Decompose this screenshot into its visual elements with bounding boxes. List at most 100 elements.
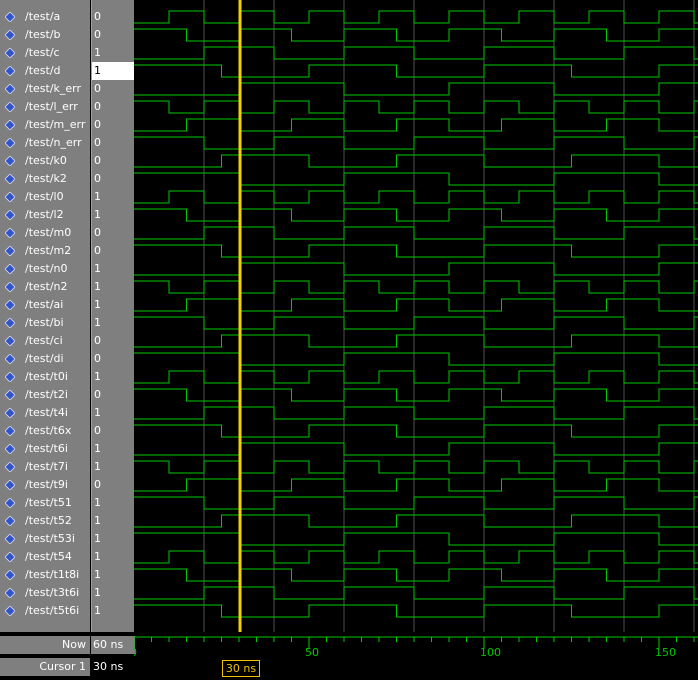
signal-diamond-icon [5,444,15,454]
signal-value: 0 [94,136,101,149]
signal-name-row[interactable]: /test/c [0,44,90,62]
signal-diamond-icon [5,354,15,364]
signal-name-label: /test/m0 [25,226,72,239]
signal-value: 0 [94,10,101,23]
signal-name-label: /test/ai [25,298,64,311]
signal-name-row[interactable]: /test/n0 [0,260,90,278]
signal-value: 0 [94,172,101,185]
signal-diamond-icon [5,48,15,58]
signal-value: 0 [94,352,101,365]
signal-name-label: /test/t2i [25,388,68,401]
signal-diamond-icon [5,534,15,544]
signal-diamond-icon [5,552,15,562]
signal-name-row[interactable]: /test/l_err [0,98,90,116]
signal-diamond-icon [5,300,15,310]
waveform-trace [134,334,698,348]
signal-value: 1 [94,208,101,221]
waveform-trace [134,550,698,564]
waveform-trace [134,370,698,384]
signal-diamond-icon [5,588,15,598]
waveform-trace [134,442,698,456]
signal-name-row[interactable]: /test/t6i [0,440,90,458]
waveform-trace [134,226,698,240]
signal-diamond-icon [5,318,15,328]
signal-name-label: /test/t1t8i [25,568,80,581]
waveform-trace [134,478,698,492]
waveform-trace [134,352,698,366]
waveform-trace [134,136,698,150]
signal-name-label: /test/t0i [25,370,68,383]
signal-name-row[interactable]: /test/k2 [0,170,90,188]
cursor-label: Cursor 1 [0,658,90,676]
waveform-trace [134,406,698,420]
cursor-marker-label[interactable]: 30 ns [222,660,260,677]
signal-name-row[interactable]: /test/t0i [0,368,90,386]
signal-diamond-icon [5,390,15,400]
waveform-trace [134,388,698,402]
signal-name-row[interactable]: /test/m0 [0,224,90,242]
signal-name-row[interactable]: /test/di [0,350,90,368]
signal-name-label: /test/m_err [25,118,86,131]
signal-value: 0 [94,244,101,257]
signal-name-row[interactable]: /test/ai [0,296,90,314]
signal-name-row[interactable]: /test/d [0,62,90,80]
signal-name-row[interactable]: /test/l2 [0,206,90,224]
ruler-tick-label: 0 [134,646,137,659]
signal-value: 1 [94,316,101,329]
waveform-trace [134,316,698,330]
signal-value: 0 [94,226,101,239]
signal-name-row[interactable]: /test/t1t8i [0,566,90,584]
signal-name-label: /test/k0 [25,154,67,167]
waveform-pane[interactable] [134,0,698,632]
signal-name-label: /test/t6x [25,424,72,437]
waveform-trace [134,118,698,132]
signal-name-row[interactable]: /test/t51 [0,494,90,512]
signal-name-row[interactable]: /test/t54 [0,548,90,566]
waveform-trace [134,424,698,438]
signal-value: 1 [92,62,134,80]
signal-name-row[interactable]: /test/t2i [0,386,90,404]
signal-value: 1 [94,46,101,59]
time-ruler[interactable]: 0 50 100 150 [134,634,698,680]
signal-name-row[interactable]: /test/t9i [0,476,90,494]
waveform-trace [134,586,698,600]
signal-name-row[interactable]: /test/l0 [0,188,90,206]
signal-name-row[interactable]: /test/n2 [0,278,90,296]
signal-name-row[interactable]: /test/t5t6i [0,602,90,620]
signal-name-label: /test/t54 [25,550,72,563]
signal-name-row[interactable]: /test/t7i [0,458,90,476]
signal-value: 0 [94,28,101,41]
signal-diamond-icon [5,498,15,508]
waveform-trace [134,604,698,618]
signal-name-row[interactable]: /test/t4i [0,404,90,422]
signal-name-row[interactable]: /test/bi [0,314,90,332]
signal-name-label: /test/t6i [25,442,68,455]
signal-diamond-icon [5,84,15,94]
waveform-trace [134,280,698,294]
waveform-trace [134,262,698,276]
signal-name-row[interactable]: /test/t53i [0,530,90,548]
signal-name-row[interactable]: /test/k_err [0,80,90,98]
waveform-trace [134,28,698,42]
signal-name-row[interactable]: /test/n_err [0,134,90,152]
signal-name-row[interactable]: /test/k0 [0,152,90,170]
signal-value-pane: 0 0 1 1 0 0 0 0 0 0 1 1 0 0 1 1 1 1 0 0 1 0 1 0 1 1 0 1 1 1 1 1 1 1 [91,0,134,632]
signal-name-row[interactable]: /test/b [0,26,90,44]
signal-name-row[interactable]: /test/m2 [0,242,90,260]
signal-name-row[interactable]: /test/t52 [0,512,90,530]
signal-name-row[interactable]: /test/ci [0,332,90,350]
signal-name-label: /test/k_err [25,82,82,95]
signal-name-label: /test/m2 [25,244,72,257]
signal-value: 1 [94,532,101,545]
signal-name-row[interactable]: /test/t3t6i [0,584,90,602]
signal-name-row[interactable]: /test/a [0,8,90,26]
signal-name-label: /test/ci [25,334,63,347]
signal-diamond-icon [5,516,15,526]
signal-value: 0 [94,82,101,95]
signal-diamond-icon [5,138,15,148]
signal-value: 1 [94,406,101,419]
signal-name-row[interactable]: /test/m_err [0,116,90,134]
signal-diamond-icon [5,228,15,238]
signal-name-row[interactable]: /test/t6x [0,422,90,440]
waveform-trace [134,10,698,24]
